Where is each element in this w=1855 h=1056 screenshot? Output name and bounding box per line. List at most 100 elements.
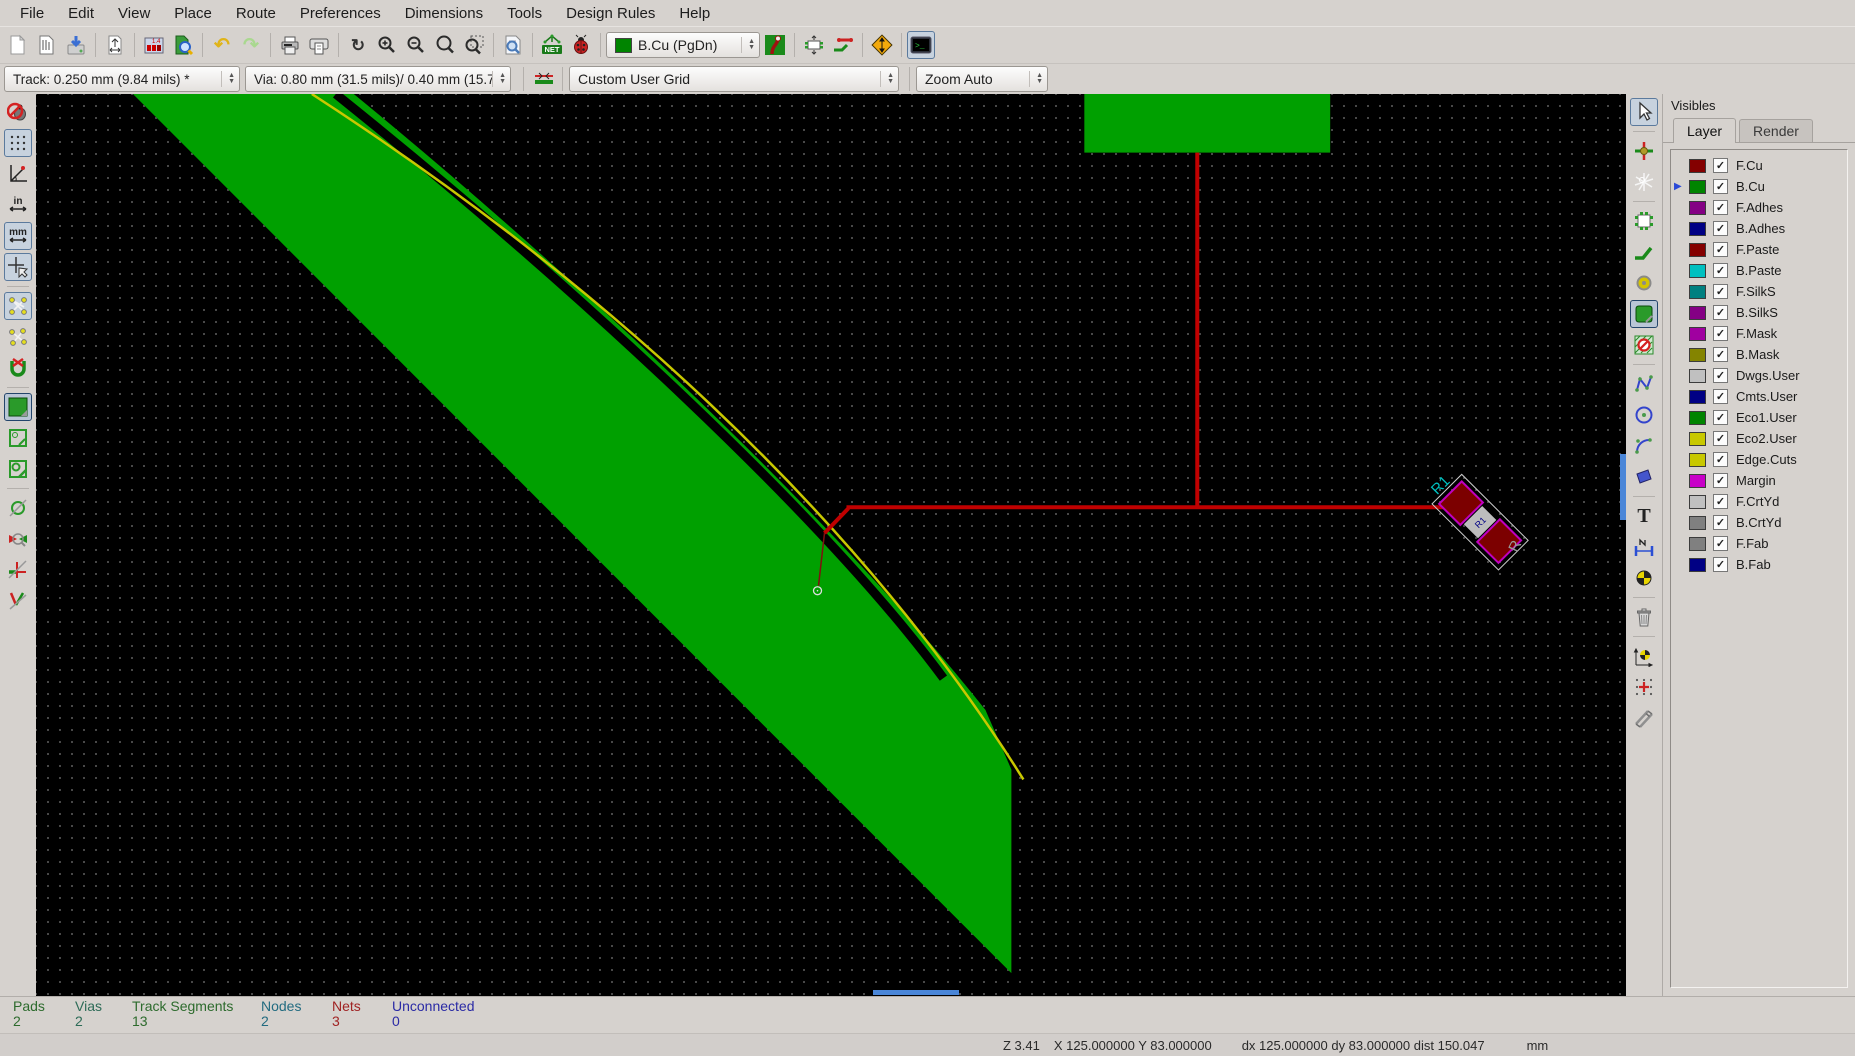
trace-vertical[interactable] (1195, 153, 1199, 508)
vertical-scrollbar-thumb[interactable] (1620, 454, 1626, 520)
zones-filled-button[interactable] (4, 393, 32, 421)
vias-sketch-button[interactable] (4, 587, 32, 615)
via-size-selector[interactable]: Via: 0.80 mm (31.5 mils)/ 0.40 mm (15.7 … (245, 66, 511, 92)
layer-row-fcu[interactable]: ✓F.Cu (1671, 155, 1847, 176)
layer-visibility-checkbox[interactable]: ✓ (1713, 284, 1728, 299)
tracks-sketch-button[interactable] (4, 556, 32, 584)
layer-visibility-checkbox[interactable]: ✓ (1713, 536, 1728, 551)
layer-row-fpaste[interactable]: ✓F.Paste (1671, 239, 1847, 260)
layer-visibility-checkbox[interactable]: ✓ (1713, 200, 1728, 215)
local-ratsnest-button[interactable] (1630, 168, 1658, 196)
units-inch-button[interactable]: in (4, 191, 32, 219)
layer-visibility-checkbox[interactable]: ✓ (1713, 557, 1728, 572)
spinner-icon[interactable]: ▲▼ (492, 71, 506, 87)
layer-row-cmtsuser[interactable]: ✓Cmts.User (1671, 386, 1847, 407)
zoom-in-button[interactable] (373, 31, 401, 59)
layer-color-swatch[interactable] (1689, 411, 1706, 425)
copper-zone-rect[interactable] (1084, 94, 1330, 153)
layer-visibility-checkbox[interactable]: ✓ (1713, 368, 1728, 383)
footprint-editor-button[interactable]: 1.4 (140, 31, 168, 59)
layer-row-margin[interactable]: ✓Margin (1671, 470, 1847, 491)
copper-zone-pour[interactable] (133, 94, 1011, 973)
layer-color-swatch[interactable] (1689, 369, 1706, 383)
drc-button[interactable] (567, 31, 595, 59)
menu-route[interactable]: Route (224, 3, 288, 24)
layer-color-swatch[interactable] (1689, 159, 1706, 173)
new-board-button[interactable] (4, 31, 32, 59)
add-keepout-button[interactable] (1630, 331, 1658, 359)
refresh-button[interactable]: ↻ (344, 31, 372, 59)
spinner-icon[interactable]: ▲▼ (221, 71, 235, 87)
zoom-selection-button[interactable] (460, 31, 488, 59)
layer-row-bmask[interactable]: ✓B.Mask (1671, 344, 1847, 365)
menu-view[interactable]: View (106, 3, 162, 24)
layer-row-fadhes[interactable]: ✓F.Adhes (1671, 197, 1847, 218)
add-circle-button[interactable] (1630, 401, 1658, 429)
menu-edit[interactable]: Edit (56, 3, 106, 24)
layer-color-swatch[interactable] (1689, 180, 1706, 194)
zoom-fit-button[interactable] (431, 31, 459, 59)
units-mm-button[interactable]: mm (4, 222, 32, 250)
menu-preferences[interactable]: Preferences (288, 3, 393, 24)
open-board-button[interactable] (33, 31, 61, 59)
layer-visibility-checkbox[interactable]: ✓ (1713, 263, 1728, 278)
add-target-button[interactable] (1630, 564, 1658, 592)
layer-color-swatch[interactable] (1689, 243, 1706, 257)
layer-row-bpaste[interactable]: ✓B.Paste (1671, 260, 1847, 281)
layer-visibility-checkbox[interactable]: ✓ (1713, 515, 1728, 530)
layer-row-bfab[interactable]: ✓B.Fab (1671, 554, 1847, 575)
tab-render[interactable]: Render (1739, 119, 1813, 142)
footprint-mode-button[interactable] (800, 31, 828, 59)
track-mode-button[interactable] (829, 31, 857, 59)
menu-tools[interactable]: Tools (495, 3, 554, 24)
layer-row-bsilks[interactable]: ✓B.SilkS (1671, 302, 1847, 323)
menu-design-rules[interactable]: Design Rules (554, 3, 667, 24)
menu-help[interactable]: Help (667, 3, 722, 24)
pcb-canvas[interactable]: R1 R1 R (36, 94, 1626, 996)
layer-row-badhes[interactable]: ✓B.Adhes (1671, 218, 1847, 239)
polar-coords-button[interactable] (4, 160, 32, 188)
track-autodelete-button[interactable] (4, 354, 32, 382)
tab-layer[interactable]: Layer (1673, 118, 1736, 143)
delete-tool-button[interactable] (1630, 603, 1658, 631)
layer-visibility-checkbox[interactable]: ✓ (1713, 326, 1728, 341)
add-arc-button[interactable] (1630, 432, 1658, 460)
pads-sketch-button[interactable] (4, 494, 32, 522)
layer-visibility-checkbox[interactable]: ✓ (1713, 179, 1728, 194)
page-settings-button[interactable] (101, 31, 129, 59)
layer-selector[interactable]: B.Cu (PgDn) ▲▼ (606, 32, 760, 58)
undo-button[interactable]: ↶ (208, 31, 236, 59)
footprint-browser-button[interactable] (169, 31, 197, 59)
grid-selector[interactable]: Custom User Grid ▲▼ (569, 66, 899, 92)
drc-off-button[interactable] (4, 98, 32, 126)
layer-color-swatch[interactable] (1689, 516, 1706, 530)
layer-row-dwgsuser[interactable]: ✓Dwgs.User (1671, 365, 1847, 386)
layer-color-swatch[interactable] (1689, 201, 1706, 215)
layer-visibility-checkbox[interactable]: ✓ (1713, 452, 1728, 467)
layer-visibility-checkbox[interactable]: ✓ (1713, 347, 1728, 362)
layer-row-bcrtyd[interactable]: ✓B.CrtYd (1671, 512, 1847, 533)
zoom-selector[interactable]: Zoom Auto ▲▼ (916, 66, 1048, 92)
cursor-shape-button[interactable] (4, 253, 32, 281)
layer-color-swatch[interactable] (1689, 327, 1706, 341)
layer-color-swatch[interactable] (1689, 306, 1706, 320)
add-polygon-button[interactable] (1630, 463, 1658, 491)
horizontal-scrollbar-thumb[interactable] (873, 990, 959, 995)
layer-visibility-checkbox[interactable]: ✓ (1713, 473, 1728, 488)
layer-row-bcu[interactable]: ▶✓B.Cu (1671, 176, 1847, 197)
spinner-icon[interactable]: ▲▼ (741, 37, 755, 53)
add-via-button[interactable] (1630, 269, 1658, 297)
layer-visibility-checkbox[interactable]: ✓ (1713, 494, 1728, 509)
redo-button[interactable]: ↷ (237, 31, 265, 59)
print-button[interactable] (276, 31, 304, 59)
layer-row-fmask[interactable]: ✓F.Mask (1671, 323, 1847, 344)
layer-color-swatch[interactable] (1689, 285, 1706, 299)
grid-origin-button[interactable] (1630, 673, 1658, 701)
autoroute-mode-button[interactable] (868, 31, 896, 59)
layer-row-ffab[interactable]: ✓F.Fab (1671, 533, 1847, 554)
track-width-selector[interactable]: Track: 0.250 mm (9.84 mils) * ▲▼ (4, 66, 240, 92)
zones-outline-button[interactable] (4, 424, 32, 452)
layer-color-swatch[interactable] (1689, 390, 1706, 404)
layer-row-fcrtyd[interactable]: ✓F.CrtYd (1671, 491, 1847, 512)
layer-row-eco2user[interactable]: ✓Eco2.User (1671, 428, 1847, 449)
